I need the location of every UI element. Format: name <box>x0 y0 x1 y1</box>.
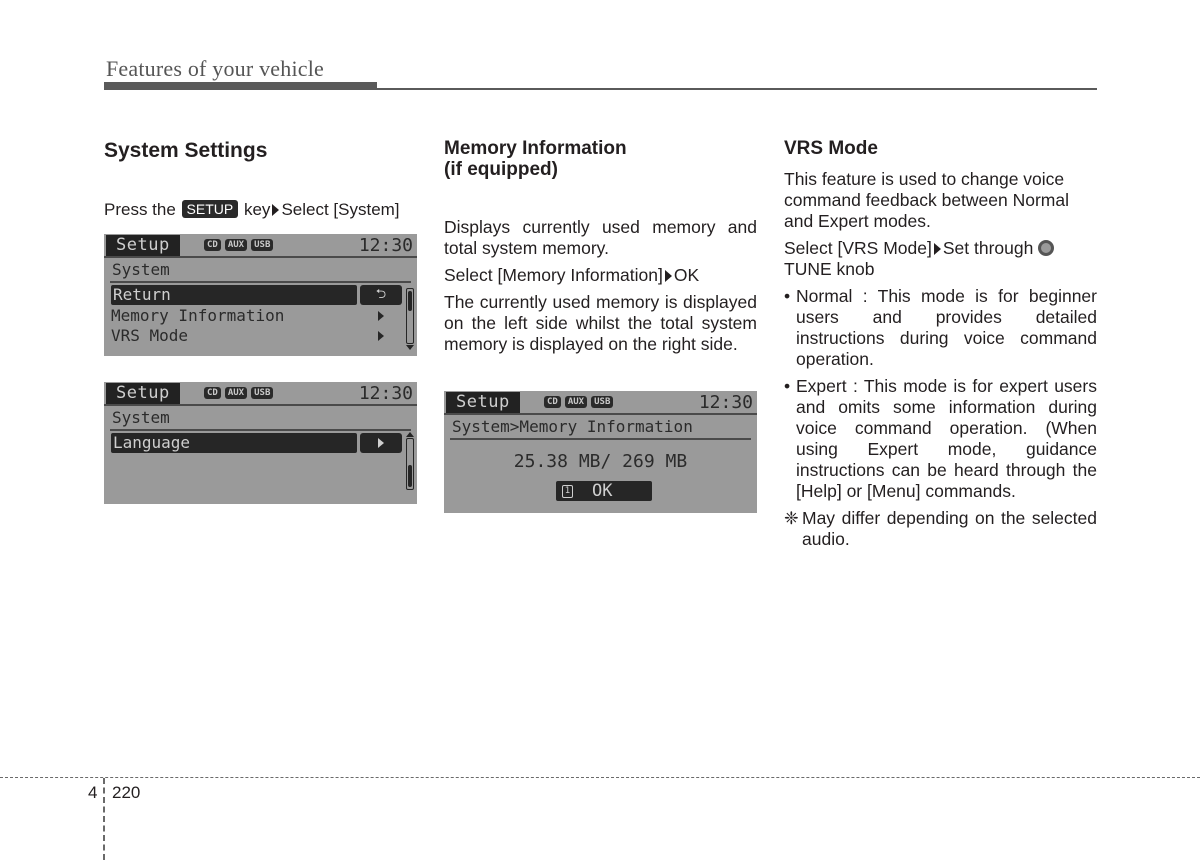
badge-usb: USB <box>251 387 274 399</box>
running-header: Features of your vehicle <box>106 56 325 81</box>
heading-line-1: Memory Information <box>444 138 627 159</box>
footer-rule <box>0 777 1200 778</box>
step-line: Select [VRS Mode] Set through TUNE knob <box>784 238 1097 280</box>
lcd-divider <box>110 281 411 283</box>
language-action-button[interactable] <box>360 433 402 453</box>
lcd-clock: 12:30 <box>358 383 413 404</box>
arrow-right-icon <box>378 311 384 321</box>
step-line: Select [Memory Information] OK <box>444 265 757 286</box>
preset-1-icon: 1 <box>562 485 573 498</box>
setup-key-label: SETUP <box>181 200 239 218</box>
scrollbar[interactable] <box>406 438 414 490</box>
bullet-icon: • <box>784 376 791 396</box>
description-paragraph: The currently used memory is displayed o… <box>444 292 757 354</box>
header-rule-thick <box>104 82 377 90</box>
lcd-setup-tab: Setup <box>106 383 180 404</box>
description-paragraph: Displays currently used memory and total… <box>444 217 757 258</box>
chapter-number: 4 <box>88 783 98 802</box>
list-item-text: Expert : This mode is for expert users a… <box>796 376 1097 501</box>
lcd-screen-system: Setup CD AUX USB 12:30 System Return ⮌ M… <box>104 234 417 356</box>
lcd-breadcrumb: System>Memory Information <box>452 417 693 436</box>
note-mark-icon: ❈ <box>784 508 799 528</box>
scrollbar-thumb[interactable] <box>408 465 412 487</box>
menu-item-memory-information[interactable]: Memory Information <box>111 306 284 326</box>
scrollbar-thumb[interactable] <box>408 291 412 311</box>
list-item-normal: • Normal : This mode is for beginner use… <box>784 286 1097 370</box>
lcd-screen-language: Setup CD AUX USB 12:30 System Language <box>104 382 417 504</box>
lcd-setup-tab: Setup <box>106 235 180 256</box>
mode-list: • Normal : This mode is for beginner use… <box>784 286 1097 502</box>
footnote-text: May differ depending on the selected aud… <box>802 508 1097 549</box>
source-badges: CD AUX USB <box>204 387 274 399</box>
badge-cd: CD <box>204 239 221 251</box>
list-item-expert: • Expert : This mode is for expert users… <box>784 376 1097 502</box>
lcd-topbar: Setup CD AUX USB 12:30 <box>444 391 757 415</box>
step-post: TUNE knob <box>784 259 875 279</box>
arrow-right-icon <box>378 438 384 448</box>
heading-line-2: (if equipped) <box>444 159 558 180</box>
arrow-right-icon <box>933 243 941 255</box>
section-heading: System Settings <box>104 139 268 162</box>
header-rule-thin <box>377 88 1097 90</box>
menu-item-return[interactable]: Return <box>111 285 357 305</box>
lcd-clock: 12:30 <box>358 235 413 256</box>
lcd-breadcrumb: System <box>112 260 170 279</box>
page-number: 220 <box>112 783 141 802</box>
list-item-text: Normal : This mode is for beginner users… <box>796 286 1097 369</box>
step-post: OK <box>673 265 700 285</box>
menu-item-vrs-mode[interactable]: VRS Mode <box>111 326 188 346</box>
step-mid: Set through <box>942 238 1034 258</box>
scroll-down-icon[interactable] <box>406 345 414 350</box>
badge-cd: CD <box>544 396 561 408</box>
footer-vertical-rule <box>103 778 105 860</box>
source-badges: CD AUX USB <box>544 396 614 408</box>
lcd-breadcrumb: System <box>112 408 170 427</box>
instruction-post: Select [System] <box>281 200 400 219</box>
ok-button[interactable]: 1 OK <box>556 481 652 501</box>
badge-aux: AUX <box>564 396 588 408</box>
arrow-right-icon <box>378 331 384 341</box>
section-heading: VRS Mode <box>784 138 878 159</box>
badge-usb: USB <box>591 396 614 408</box>
instruction-line: Press the SETUP key Select [System] <box>104 199 417 220</box>
instruction-mid: key <box>243 200 271 219</box>
lcd-topbar: Setup CD AUX USB 12:30 <box>104 382 417 406</box>
step-pre: Select [Memory Information] <box>444 265 663 285</box>
column-memory-information: Memory Information (if equipped) Display… <box>444 138 757 361</box>
scroll-up-icon[interactable] <box>406 432 414 437</box>
badge-aux: AUX <box>224 387 248 399</box>
badge-usb: USB <box>251 239 274 251</box>
lcd-clock: 12:30 <box>698 392 753 413</box>
column-system-settings: System Settings Press the SETUP key Selec… <box>104 138 417 226</box>
step-pre: Select [VRS Mode] <box>784 238 932 258</box>
instruction-pre: Press the <box>104 200 176 219</box>
section-heading: Memory Information (if equipped) <box>444 138 757 180</box>
badge-aux: AUX <box>224 239 248 251</box>
lcd-divider <box>110 429 411 431</box>
lcd-topbar: Setup CD AUX USB 12:30 <box>104 234 417 258</box>
lcd-divider <box>450 438 751 440</box>
source-badges: CD AUX USB <box>204 239 274 251</box>
badge-cd: CD <box>204 387 221 399</box>
lcd-screen-memory-information: Setup CD AUX USB 12:30 System>Memory Inf… <box>444 391 757 513</box>
memory-usage-value: 25.38 MB/ 269 MB <box>513 451 688 472</box>
arrow-right-icon <box>664 270 672 282</box>
return-icon[interactable]: ⮌ <box>360 285 402 305</box>
scrollbar[interactable] <box>406 288 414 344</box>
lcd-setup-tab: Setup <box>446 392 520 413</box>
ok-label: OK <box>592 481 613 501</box>
footnote: ❈ May differ depending on the selected a… <box>784 508 1097 550</box>
menu-item-language[interactable]: Language <box>111 433 357 453</box>
description-paragraph: This feature is used to change voice com… <box>784 169 1070 231</box>
column-vrs-mode: VRS Mode This feature is used to change … <box>784 138 1097 550</box>
tune-knob-icon <box>1038 240 1055 256</box>
arrow-right-icon <box>272 204 280 216</box>
bullet-icon: • <box>784 286 791 306</box>
